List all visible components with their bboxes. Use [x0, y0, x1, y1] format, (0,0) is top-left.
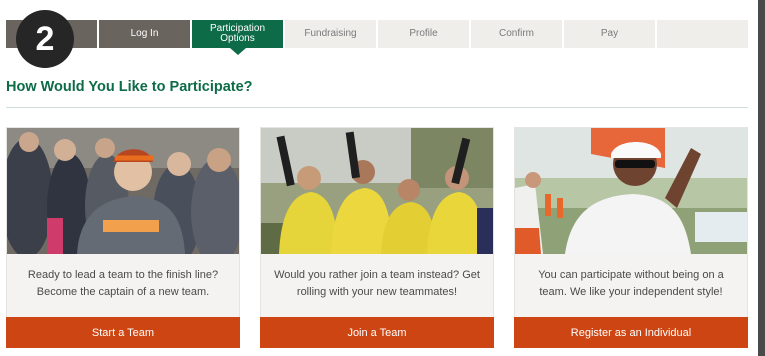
option-description: Would you rather join a team instead? Ge…	[274, 269, 480, 298]
step-confirm: Confirm	[471, 20, 564, 48]
progress-steps: Log In Participation Options Fundraising…	[6, 20, 748, 55]
current-step-badge: 2	[16, 10, 74, 68]
join-team-photo	[261, 128, 493, 254]
option-card-individual: You can participate without being on a t…	[514, 127, 748, 348]
register-individual-button[interactable]: Register as an Individual	[514, 317, 748, 348]
step-end	[657, 20, 748, 48]
step-log-in[interactable]: Log In	[99, 20, 192, 48]
team-captain-photo	[7, 128, 239, 254]
page-title: How Would You Like to Participate?	[6, 79, 253, 95]
title-divider	[6, 107, 748, 108]
option-card-start-team: Ready to lead a team to the finish line?…	[6, 127, 240, 348]
join-team-button[interactable]: Join a Team	[260, 317, 494, 348]
option-description: You can participate without being on a t…	[538, 269, 724, 298]
page-edge	[758, 0, 765, 356]
step-participation-options[interactable]: Participation Options	[192, 20, 285, 55]
option-description: Ready to lead a team to the finish line?…	[27, 269, 219, 298]
step-profile: Profile	[378, 20, 471, 48]
step-pay: Pay	[564, 20, 657, 48]
option-card-join-team: Would you rather join a team instead? Ge…	[260, 127, 494, 348]
individual-participant-photo	[515, 128, 747, 254]
step-fundraising: Fundraising	[285, 20, 378, 48]
start-team-button[interactable]: Start a Team	[6, 317, 240, 348]
